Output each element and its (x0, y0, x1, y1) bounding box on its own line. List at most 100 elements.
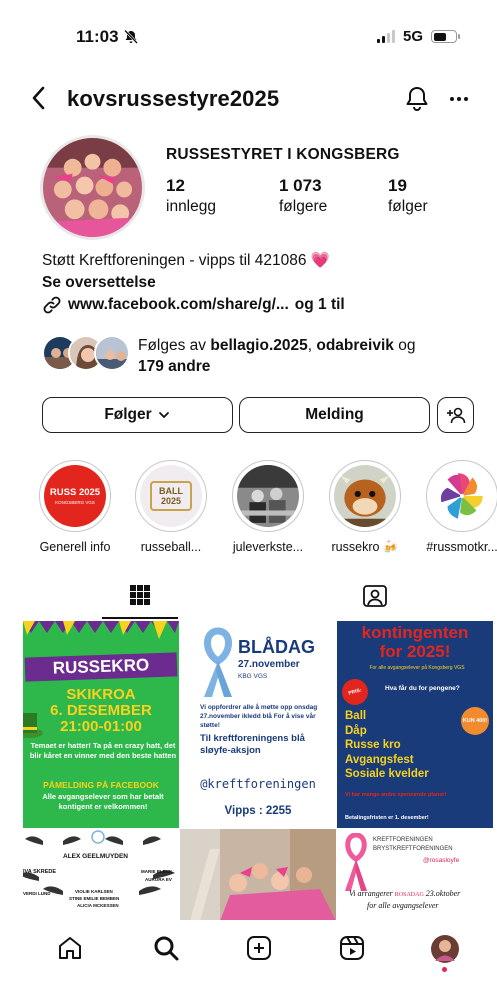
nav-search[interactable] (152, 934, 180, 967)
post-group-photo[interactable] (180, 829, 336, 921)
stat-followers-value: 1 073 (279, 176, 322, 195)
active-tab-indicator (102, 617, 178, 619)
stat-following-label: følger (388, 198, 428, 215)
nav-reels[interactable] (338, 934, 366, 967)
more-options-button[interactable] (448, 84, 470, 117)
signal-icon (376, 30, 395, 43)
notifications-button[interactable] (404, 84, 430, 117)
profile-avatar[interactable] (40, 135, 145, 240)
post6-org2: BRYSTKREFTFORENINGEN (373, 846, 453, 852)
follower-name-2[interactable]: odabreivik (316, 337, 394, 354)
following-button[interactable]: Følger (42, 397, 233, 433)
highlight-image: RUSS 2025 KONGSBERG VGS (44, 465, 106, 527)
profile-bio: Støtt Kreftforeningen - vipps til 421086… (42, 250, 345, 316)
reels-icon (340, 936, 364, 960)
post3-sub: For alle avgangselever på Kongsberg VGS (369, 665, 465, 671)
post3-deadline: Betalingsfristen er 1. desember! (345, 815, 429, 821)
stat-followers-label: følgere (279, 198, 328, 215)
post1-place: SKIKROA (66, 686, 136, 703)
post3-price-value: KUN 400! (461, 707, 489, 735)
avatar-image (43, 138, 142, 237)
highlight-label: Generell info (39, 540, 111, 554)
post-bladag[interactable]: BLÅDAG 27.november KBG VGS Vi oppfordrer… (180, 621, 336, 828)
bottom-nav (0, 920, 497, 997)
stat-following[interactable]: 19 følger (388, 176, 428, 216)
post3-note: Vi har mange andre spennende planer! (345, 792, 447, 798)
post-russekro[interactable]: RUSSEKRO SKIKROA 6. DESEMBER 21:00-01:00… (23, 621, 179, 828)
post6-line1: Vi arrangerer ROSADAG 23.oktober (349, 889, 461, 898)
highlight-image (431, 465, 493, 527)
post1-date: 6. DESEMBER (50, 702, 152, 719)
highlight-label: juleverkste... (232, 540, 304, 554)
bio-link-more[interactable]: og 1 til (295, 294, 345, 316)
highlight-image (334, 465, 396, 527)
profile-tabs (0, 577, 497, 621)
nav-home[interactable] (56, 934, 84, 967)
post2-title: BLÅDAG (238, 637, 315, 657)
bio-link-url[interactable]: www.facebook.com/share/g/... (68, 294, 289, 316)
stat-posts[interactable]: 12 innlegg (166, 176, 216, 216)
highlight-label: #russmotkr... (426, 540, 497, 554)
tab-tagged[interactable] (362, 583, 388, 614)
suggest-people-button[interactable] (437, 397, 474, 433)
profile-full-name: RUSSESTYRET I KONGSBERG (166, 146, 400, 163)
grid-icon (130, 585, 150, 605)
tab-posts-grid[interactable] (128, 583, 152, 612)
network-label: 5G (402, 28, 423, 45)
post1-note: Alle avgangselever som har betalt kontig… (42, 792, 164, 811)
post3-question: Hva får du for pengene? (385, 685, 460, 692)
highlight-label: russeball... (140, 540, 202, 554)
highlight-label: russekro 🍻 (331, 540, 399, 554)
chevron-down-icon (158, 412, 169, 418)
followed-by[interactable]: Følges av bellagio.2025, odabreivik og 1… (42, 335, 438, 377)
bio-link[interactable]: www.facebook.com/share/g/... og 1 til (42, 294, 345, 316)
tagged-person-icon (363, 585, 387, 607)
post-rosadag[interactable]: KREFTFORENINGEN BRYSTKREFTFORENINGEN @ro… (337, 829, 493, 921)
highlight-juleverksted[interactable]: juleverkste... (230, 460, 306, 554)
bio-text: Støtt Kreftforeningen - vipps til 421086… (42, 252, 331, 269)
post2-handle: @kreftforeningen (200, 777, 316, 791)
follower-avatar-3 (94, 335, 130, 371)
stat-followers[interactable]: 1 073 følgere (279, 176, 327, 216)
post2-highlight: Til kreftforeningens blå sløyfe-aksjon (200, 733, 305, 756)
status-bar: 11:03 5G (0, 0, 497, 70)
back-arrow-icon (32, 86, 45, 110)
nav-create[interactable] (245, 934, 273, 967)
highlight-russeball[interactable]: BALL 2025 russeball... (133, 460, 209, 554)
highlight-russekro[interactable]: russekro 🍻 (327, 460, 403, 555)
profile-avatar-icon (431, 935, 459, 963)
followed-by-text: Følges av bellagio.2025, odabreivik og 1… (138, 337, 416, 375)
post1-text: Temaet er hatter! Ta på en crazy hatt, d… (29, 741, 177, 760)
mute-bell-icon (123, 29, 138, 44)
back-button[interactable] (30, 84, 48, 117)
message-button[interactable]: Melding (239, 397, 430, 433)
post3-title1: kontingenten (361, 623, 469, 642)
status-indicators: 5G (376, 28, 460, 45)
highlight-generell-info[interactable]: RUSS 2025 KONGSBERG VGS Generell info (37, 460, 113, 554)
post2-school: KBG VGS (238, 673, 268, 680)
plus-square-icon (247, 936, 271, 960)
post2-vipps: Vipps : 2255 (224, 805, 292, 817)
stat-posts-value: 12 (166, 176, 185, 195)
translate-link[interactable]: Se oversettelse (42, 272, 345, 294)
bell-icon (406, 87, 428, 111)
post2-date: 27.november (238, 659, 300, 670)
post2-text: Vi oppfordrer alle å møtte opp onsdag 27… (200, 704, 318, 729)
post1-title: RUSSEKRO (24, 652, 178, 682)
post6-line2: for alle avgangselever (367, 901, 439, 910)
post1-time: 21:00-01:00 (60, 718, 142, 735)
stat-posts-label: innlegg (166, 198, 216, 215)
post1-cta: PÅMELDING PÅ FACEBOOK (43, 780, 159, 790)
highlight-image: BALL 2025 (140, 465, 202, 527)
battery-icon (431, 30, 460, 43)
followers-others[interactable]: 179 andre (138, 358, 210, 375)
more-dots-icon (450, 97, 468, 101)
follower-name-1[interactable]: bellagio.2025 (210, 337, 307, 354)
stat-following-value: 19 (388, 176, 407, 195)
post3-items: Ball Dåp Russe kro Avgangsfest Sosiale k… (345, 710, 429, 780)
post-kontingent[interactable]: kontingenten for 2025! For alle avgangse… (337, 621, 493, 828)
link-icon (43, 296, 61, 314)
nav-profile[interactable] (430, 934, 460, 969)
post-names[interactable]: ALEX GEELMUYDEN IVA SKREDE MARIE BLEKK A… (23, 829, 179, 921)
highlight-russmotkreft[interactable]: #russmotkr... (424, 460, 497, 554)
